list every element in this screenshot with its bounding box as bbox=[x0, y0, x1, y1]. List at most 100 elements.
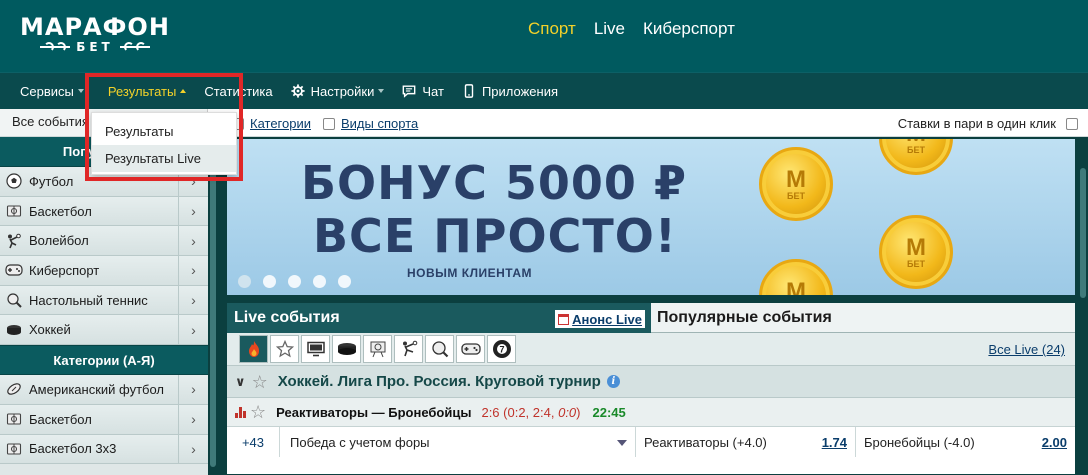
dropdown-item-results-live[interactable]: Результаты Live bbox=[92, 145, 236, 172]
live-events-panel: Live события Анонс Live Популярные событ… bbox=[226, 302, 1076, 475]
top-nav-esports[interactable]: Киберспорт bbox=[643, 19, 735, 39]
chevron-right-icon[interactable]: › bbox=[178, 196, 208, 226]
dropdown-arrow-icon bbox=[617, 440, 627, 446]
match-row[interactable]: ☆ Реактиваторы — Бронебойцы 2:6 (0:2, 2:… bbox=[227, 398, 1075, 427]
chevron-down-icon[interactable]: ∨ bbox=[235, 374, 246, 390]
carousel-dot[interactable] bbox=[263, 275, 276, 288]
statistics-label: Статистика bbox=[204, 83, 273, 99]
main-scrollbar[interactable] bbox=[1078, 138, 1088, 475]
sidebar-item-american-football[interactable]: Американский футбол › bbox=[0, 375, 208, 405]
top-nav-sport[interactable]: Спорт bbox=[528, 19, 576, 39]
outcome-2[interactable]: Бронебойцы (-4.0) 2.00 bbox=[856, 427, 1075, 457]
sidebar-item-label: Настольный теннис bbox=[29, 292, 148, 308]
sidebar-item-label: Американский футбол bbox=[29, 381, 165, 397]
results-label: Результаты bbox=[107, 83, 177, 99]
chat-menu[interactable]: Чат bbox=[402, 84, 444, 99]
market-select[interactable]: Победа с учетом форы bbox=[280, 427, 636, 457]
gear-icon bbox=[291, 84, 305, 98]
sidebar-item-table-tennis[interactable]: Настольный теннис › bbox=[0, 285, 208, 316]
sports-checkbox[interactable] bbox=[323, 117, 335, 130]
categories-link[interactable]: Категории bbox=[250, 116, 311, 131]
carousel-dot[interactable] bbox=[288, 275, 301, 288]
categories-heading: Категории (А-Я) bbox=[0, 345, 208, 376]
info-icon[interactable]: i bbox=[606, 375, 620, 388]
chevron-right-icon[interactable]: › bbox=[178, 375, 208, 404]
chevron-right-icon[interactable]: › bbox=[178, 285, 208, 315]
more-markets-button[interactable]: +43 bbox=[227, 427, 280, 457]
one-click-label: Ставки в пари в один клик bbox=[897, 116, 1056, 131]
billiard-ball-icon[interactable]: 7 bbox=[487, 335, 516, 363]
league-header[interactable]: ∨ ☆ Хоккей. Лига Про. Россия. Круговой т… bbox=[227, 366, 1075, 398]
sports-link[interactable]: Виды спорта bbox=[341, 116, 418, 131]
volleyball-icon[interactable] bbox=[363, 335, 392, 363]
stats-bars-icon[interactable] bbox=[235, 406, 246, 418]
one-click-setting: Ставки в пари в один клик bbox=[898, 116, 1078, 131]
sidebar-item-basketball-cat[interactable]: Баскетбол › bbox=[0, 404, 208, 435]
sidebar-item-basketball-3x3[interactable]: Баскетбол 3х3 › bbox=[0, 434, 208, 465]
carousel-dot[interactable] bbox=[238, 275, 251, 288]
anons-live[interactable]: Анонс Live bbox=[555, 310, 645, 328]
top-nav: Спорт Live Киберспорт bbox=[528, 19, 735, 39]
sidebar-item-basketball[interactable]: Баскетбол › bbox=[0, 196, 208, 227]
statistics-menu[interactable]: Статистика bbox=[204, 84, 272, 99]
gamepad-icon bbox=[5, 261, 23, 279]
outcome-1-price[interactable]: 1.74 bbox=[822, 435, 847, 450]
star-icon[interactable] bbox=[270, 335, 299, 363]
gamepad-icon[interactable] bbox=[456, 335, 485, 363]
main-scrollbar-thumb[interactable] bbox=[1080, 168, 1086, 298]
carousel-dot[interactable] bbox=[313, 275, 326, 288]
match-score: 2:6 (0:2, 2:4, 0:0) bbox=[481, 404, 581, 420]
dropdown-item-results[interactable]: Результаты bbox=[92, 118, 236, 145]
smartphone-icon bbox=[464, 84, 474, 98]
hockey-puck-icon[interactable] bbox=[332, 335, 361, 363]
anons-live-link[interactable]: Анонс Live bbox=[572, 312, 642, 327]
logo[interactable]: МАРАФОН БЕТ bbox=[20, 14, 170, 54]
sidebar-item-volleyball[interactable]: Волейбол › bbox=[0, 226, 208, 257]
settings-menu[interactable]: Настройки bbox=[291, 84, 385, 99]
star-icon[interactable]: ☆ bbox=[250, 403, 266, 421]
logo-main-text: МАРАФОН bbox=[20, 13, 170, 41]
chevron-right-icon[interactable]: › bbox=[178, 226, 208, 256]
chat-label: Чат bbox=[422, 83, 444, 99]
sidebar-scrollbar[interactable] bbox=[208, 137, 218, 475]
chevron-right-icon[interactable]: › bbox=[178, 404, 208, 434]
hockey-puck-icon bbox=[5, 321, 23, 339]
fire-icon[interactable] bbox=[239, 335, 268, 363]
ping-pong-icon bbox=[5, 291, 23, 309]
match-teams[interactable]: Реактиваторы — Бронебойцы bbox=[276, 405, 471, 420]
basketball-icon bbox=[5, 202, 23, 220]
sidebar-item-label: Футбол bbox=[29, 173, 74, 189]
one-click-checkbox[interactable] bbox=[1066, 117, 1078, 130]
monitor-icon[interactable] bbox=[301, 335, 330, 363]
sidebar-item-esports[interactable]: Киберспорт › bbox=[0, 256, 208, 286]
league-title: Хоккей. Лига Про. Россия. Круговой турни… bbox=[277, 373, 601, 390]
kick-icon[interactable] bbox=[394, 335, 423, 363]
tab-popular-events[interactable]: Популярные события bbox=[651, 303, 1075, 333]
chevron-right-icon[interactable]: › bbox=[178, 315, 208, 345]
all-live-link[interactable]: Все Live (24) bbox=[988, 342, 1065, 357]
settings-label: Настройки bbox=[310, 83, 375, 99]
event-tabs: Live события Анонс Live Популярные событ… bbox=[227, 303, 1075, 333]
outcome-2-label: Бронебойцы (-4.0) bbox=[864, 434, 975, 450]
ping-pong-icon[interactable] bbox=[425, 335, 454, 363]
chevron-down-icon bbox=[378, 89, 385, 93]
tab-live-events[interactable]: Live события Анонс Live bbox=[227, 303, 651, 333]
apps-menu[interactable]: Приложения bbox=[462, 84, 558, 99]
logo-sub-text: БЕТ bbox=[76, 40, 114, 54]
apps-label: Приложения bbox=[481, 83, 559, 99]
chevron-right-icon[interactable]: › bbox=[178, 434, 208, 464]
sidebar-item-label: Баскетбол bbox=[29, 203, 92, 219]
star-icon[interactable]: ☆ bbox=[252, 373, 268, 391]
chevron-down-icon bbox=[77, 89, 84, 93]
results-menu[interactable]: Результаты bbox=[107, 83, 187, 99]
services-menu[interactable]: Сервисы bbox=[20, 84, 84, 99]
top-nav-live[interactable]: Live bbox=[594, 19, 625, 39]
outcome-1[interactable]: Реактиваторы (+4.0) 1.74 bbox=[636, 427, 856, 457]
sidebar-item-hockey[interactable]: Хоккей › bbox=[0, 315, 208, 346]
chevron-right-icon[interactable]: › bbox=[178, 256, 208, 285]
carousel-dot[interactable] bbox=[338, 275, 351, 288]
sidebar-item-label: Баскетбол 3х3 bbox=[29, 441, 117, 457]
sidebar-scrollbar-thumb[interactable] bbox=[210, 147, 216, 467]
promo-banner[interactable]: БОНУС 5000 ₽ ВСЕ ПРОСТО! НОВЫМ КЛИЕНТАМ … bbox=[226, 138, 1076, 296]
outcome-2-price[interactable]: 2.00 bbox=[1042, 435, 1067, 450]
